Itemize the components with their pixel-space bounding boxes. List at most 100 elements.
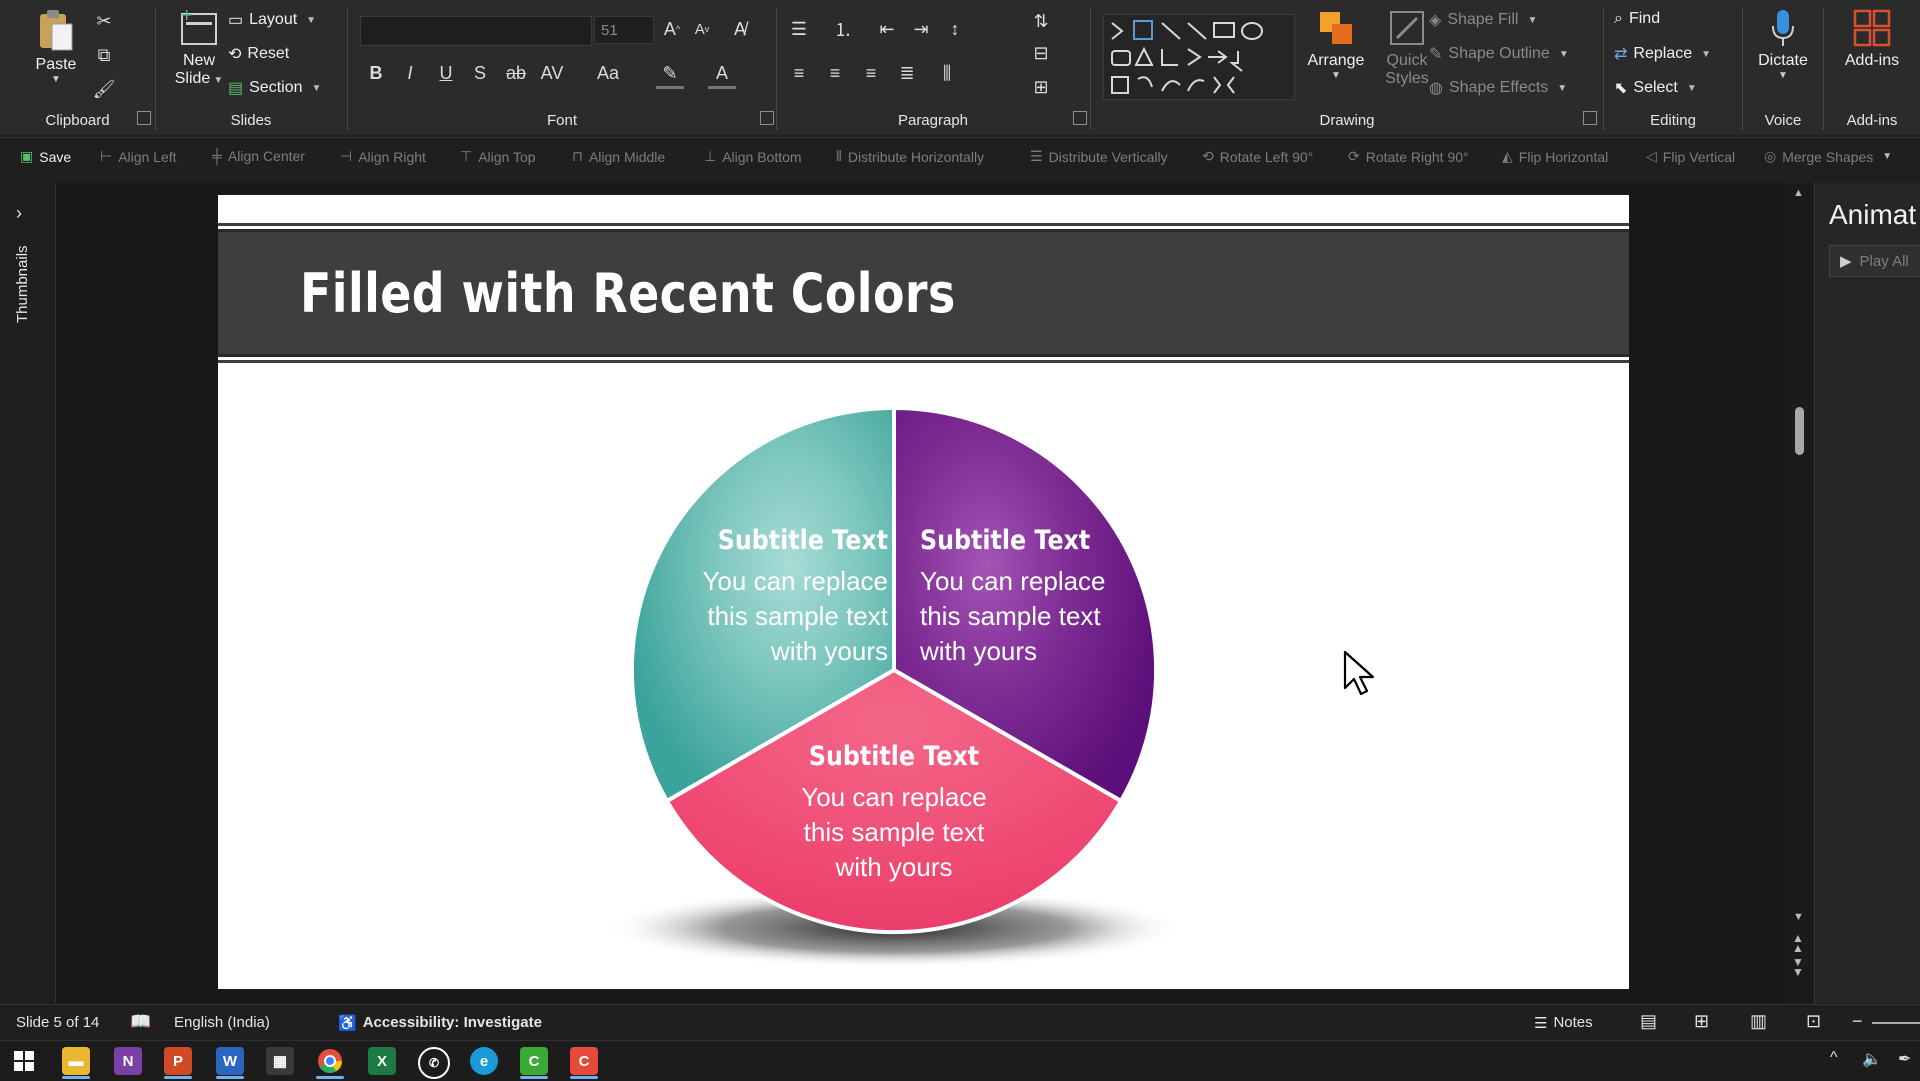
clear-formatting-icon[interactable]: A̸ xyxy=(726,16,754,42)
slide-sorter-icon[interactable]: ⊞ xyxy=(1694,1011,1709,1032)
qat-align-middle-button[interactable]: ⊓ Align Middle xyxy=(572,148,665,165)
font-name-combo[interactable] xyxy=(360,16,592,46)
paragraph-launcher-icon[interactable] xyxy=(1073,111,1087,125)
edge-icon[interactable]: e xyxy=(470,1047,498,1075)
clipboard-launcher-icon[interactable] xyxy=(137,111,151,125)
find-button[interactable]: ⌕ Find xyxy=(1614,10,1660,28)
scroll-thumb[interactable] xyxy=(1795,407,1804,455)
underline-icon[interactable]: U xyxy=(432,60,460,86)
justify-icon[interactable]: ≣ xyxy=(893,60,921,86)
arrange-button[interactable]: Arrange ▼ xyxy=(1301,8,1371,81)
qat-flip-horizontal-button[interactable]: ◭ Flip Horizontal xyxy=(1502,148,1608,165)
shape-fill-button[interactable]: ◈ Shape Fill ▼ xyxy=(1429,10,1537,30)
camtasia-green-icon[interactable]: C xyxy=(520,1047,548,1079)
cut-icon[interactable]: ✂ xyxy=(90,8,118,34)
increase-indent-icon[interactable]: ⇥ xyxy=(907,16,935,42)
bullets-icon[interactable]: ☰ xyxy=(785,16,813,42)
scroll-down-icon[interactable]: ▼ xyxy=(1793,911,1804,923)
segment-purple-text[interactable]: Subtitle Text You can replace this sampl… xyxy=(920,525,1160,669)
next-slide-icon[interactable]: ▼ ▼ xyxy=(1792,956,1804,978)
pen-icon[interactable]: ✒ xyxy=(1898,1049,1911,1069)
windows-start-icon[interactable] xyxy=(10,1047,38,1075)
change-case-icon[interactable]: Aa xyxy=(594,60,622,86)
volume-icon[interactable]: 🔈 xyxy=(1862,1049,1882,1069)
qat-save-button[interactable]: ▣ Save xyxy=(20,148,71,165)
play-all-button[interactable]: ▶ Play All xyxy=(1829,245,1920,277)
decrease-indent-icon[interactable]: ⇤ xyxy=(873,16,901,42)
shadow-icon[interactable]: S xyxy=(466,60,494,86)
addins-button[interactable]: Add-ins xyxy=(1834,8,1910,70)
camtasia-red-icon[interactable]: C xyxy=(570,1047,598,1079)
copy-icon[interactable]: ⧉ xyxy=(90,42,118,68)
language-indicator[interactable]: English (India) xyxy=(174,1014,270,1031)
font-color-icon[interactable]: A xyxy=(708,60,736,89)
line-spacing-icon[interactable]: ↕ xyxy=(941,16,969,42)
font-launcher-icon[interactable] xyxy=(760,111,774,125)
italic-icon[interactable]: I xyxy=(396,60,424,86)
chrome-icon[interactable] xyxy=(316,1047,344,1079)
thumbnails-label[interactable]: Thumbnails xyxy=(14,245,31,323)
qat-align-top-button[interactable]: ⊤ Align Top xyxy=(460,148,536,165)
qat-align-bottom-button[interactable]: ⊥ Align Bottom xyxy=(704,148,802,165)
shapes-gallery[interactable] xyxy=(1103,14,1295,100)
normal-view-icon[interactable]: ▤ xyxy=(1640,1011,1657,1032)
vertical-scrollbar[interactable]: ▲ ▼ ▲ ▲ ▼ ▼ xyxy=(1784,183,1814,1003)
drawing-launcher-icon[interactable] xyxy=(1583,111,1597,125)
shape-outline-button[interactable]: ✎ Shape Outline ▼ xyxy=(1429,44,1569,64)
qat-merge-shapes-button[interactable]: ◎ Merge Shapes ▼ xyxy=(1764,148,1892,165)
segment-pink-text[interactable]: Subtitle Text You can replace this sampl… xyxy=(744,741,1044,885)
slide-show-icon[interactable]: ⊡ xyxy=(1806,1011,1821,1032)
shape-effects-button[interactable]: ◍ Shape Effects ▼ xyxy=(1429,78,1567,98)
onenote-icon[interactable]: N xyxy=(114,1047,142,1075)
strikethrough-icon[interactable]: ab xyxy=(502,60,530,86)
reset-button[interactable]: ⟲ Reset xyxy=(228,44,289,64)
segment-teal-text[interactable]: Subtitle Text You can replace this sampl… xyxy=(648,525,888,669)
scroll-up-icon[interactable]: ▲ xyxy=(1793,187,1804,199)
highlight-icon[interactable]: ✎ xyxy=(656,60,684,89)
format-painter-icon[interactable]: 🖌 xyxy=(90,76,118,102)
notes-button[interactable]: ☰ Notes xyxy=(1534,1014,1593,1032)
excel-icon[interactable]: X xyxy=(368,1047,396,1075)
shrink-font-icon[interactable]: Av xyxy=(688,16,716,42)
qat-align-left-button[interactable]: ⊢ Align Left xyxy=(100,148,177,165)
slide-counter[interactable]: Slide 5 of 14 xyxy=(16,1014,99,1031)
powerpoint-icon[interactable]: P xyxy=(164,1047,192,1079)
center-text-icon[interactable]: ≡ xyxy=(821,60,849,86)
align-left-text-icon[interactable]: ≡ xyxy=(785,60,813,86)
zoom-out-icon[interactable]: − xyxy=(1852,1011,1863,1032)
smartart-icon[interactable]: ⊞ xyxy=(1027,74,1055,100)
replace-button[interactable]: ⇄ Replace ▼ xyxy=(1614,44,1711,64)
qat-align-right-button[interactable]: ⊣ Align Right xyxy=(340,148,426,165)
quick-styles-button[interactable]: Quick Styles xyxy=(1377,8,1437,88)
align-right-text-icon[interactable]: ≡ xyxy=(857,60,885,86)
numbering-icon[interactable]: ⒈ xyxy=(829,16,857,42)
align-text-icon[interactable]: ⊟ xyxy=(1027,40,1055,66)
qat-distribute-horizontally-button[interactable]: ⫴ Distribute Horizontally xyxy=(836,148,984,165)
paste-button[interactable]: Paste ▼ xyxy=(30,8,82,85)
reading-view-icon[interactable]: ▥ xyxy=(1750,1011,1767,1032)
word-icon[interactable]: W xyxy=(216,1047,244,1079)
previous-slide-icon[interactable]: ▲ ▲ xyxy=(1792,932,1804,954)
whatsapp-icon[interactable]: ✆ xyxy=(418,1047,450,1079)
bold-icon[interactable]: B xyxy=(362,60,390,86)
qat-rotate-left-button[interactable]: ⟲ Rotate Left 90° xyxy=(1202,148,1313,165)
calculator-icon[interactable]: ▦ xyxy=(266,1047,294,1075)
slide-canvas[interactable]: Filled with Recent Colors Subtitle Text … xyxy=(218,195,1629,989)
file-explorer-icon[interactable]: ▬ xyxy=(62,1047,90,1079)
expand-thumbnails-icon[interactable]: › xyxy=(16,203,22,224)
spelling-check-icon[interactable]: 📖 xyxy=(130,1012,151,1032)
select-button[interactable]: ⬉ Select ▼ xyxy=(1614,78,1697,98)
character-spacing-icon[interactable]: AV xyxy=(538,60,566,86)
new-slide-button[interactable]: + New Slide ▼ xyxy=(164,8,234,88)
qat-align-center-button[interactable]: ╪ Align Center xyxy=(212,148,305,164)
grow-font-icon[interactable]: A ^ xyxy=(658,16,686,42)
dictate-button[interactable]: Dictate ▼ xyxy=(1751,8,1815,81)
layout-button[interactable]: ▭ Layout ▼ xyxy=(228,10,316,30)
accessibility-status[interactable]: ♿ Accessibility: Investigate xyxy=(338,1014,542,1032)
qat-distribute-vertically-button[interactable]: ☰ Distribute Vertically xyxy=(1030,148,1168,165)
section-button[interactable]: ▤ Section ▼ xyxy=(228,78,321,98)
font-size-combo[interactable]: 51 xyxy=(594,16,654,44)
text-direction-icon[interactable]: ⇅ xyxy=(1027,8,1055,34)
qat-flip-vertical-button[interactable]: ◁ Flip Vertical xyxy=(1646,148,1735,165)
zoom-slider[interactable] xyxy=(1872,1022,1920,1024)
